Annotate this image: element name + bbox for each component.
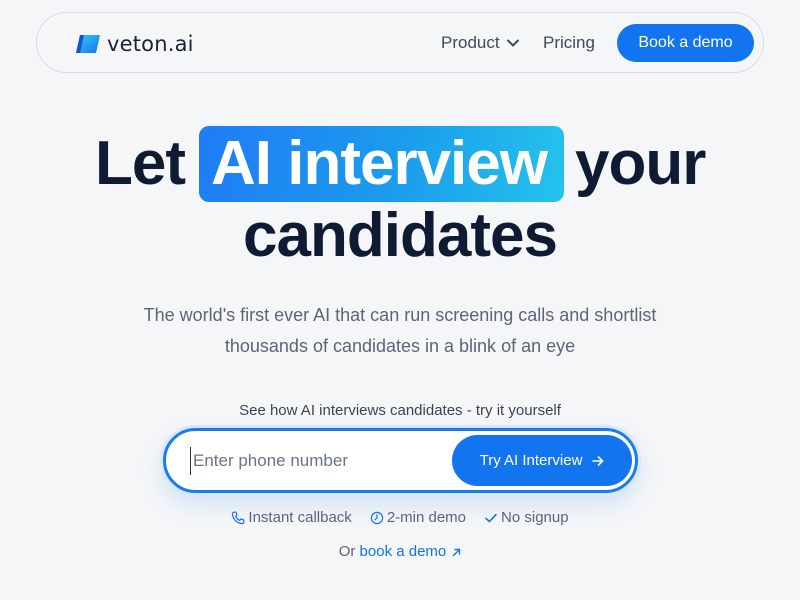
hero-title-let: Let — [95, 129, 186, 198]
feature-2-min-demo: 2-min demo — [370, 509, 466, 526]
nav-product-label: Product — [441, 33, 500, 52]
hero-title-your: your — [575, 129, 706, 198]
feature-instant-callback: Instant callback — [231, 509, 352, 526]
feature-list: Instant callback 2-min demo No signup — [0, 509, 800, 526]
feature-label: Instant callback — [248, 509, 352, 526]
logo[interactable]: veton.ai — [75, 32, 194, 56]
try-ai-interview-label: Try AI Interview — [479, 452, 583, 469]
hero-title-highlight: AI interview — [199, 126, 564, 202]
book-demo-button[interactable]: Book a demo — [617, 24, 754, 62]
cta-caption: See how AI interviews candidates - try i… — [239, 402, 561, 419]
chevron-down-icon — [506, 39, 519, 47]
phone-cta-bar: Try AI Interview — [163, 428, 638, 493]
arrow-up-right-icon — [453, 548, 461, 557]
arrow-right-icon — [592, 455, 604, 466]
try-ai-interview-button[interactable]: Try AI Interview — [452, 435, 632, 486]
hero-title-line1: Let AI interview your — [0, 124, 800, 206]
hero-title-highlight-text: AI interview — [211, 129, 548, 198]
check-icon — [485, 513, 497, 522]
hero-title-line2: candidates — [243, 201, 558, 270]
feature-label: 2-min demo — [386, 509, 467, 526]
feature-no-signup: No signup — [484, 509, 569, 526]
phone-icon — [232, 511, 245, 524]
book-demo-link-label: book a demo — [359, 543, 447, 560]
logo-mark-icon — [76, 35, 100, 53]
logo-text: veton.ai — [107, 32, 194, 56]
or-book-demo: Or book a demo — [0, 543, 800, 560]
phone-input[interactable] — [190, 447, 440, 475]
nav-product-dropdown[interactable]: Product — [441, 33, 519, 53]
book-demo-link[interactable]: book a demo — [360, 543, 462, 560]
nav-pricing-link[interactable]: Pricing — [543, 33, 595, 53]
top-nav: veton.ai Product Pricing Book a demo — [36, 12, 764, 73]
hero-subtitle: The world's first ever AI that can run s… — [143, 305, 657, 356]
feature-label: No signup — [501, 509, 569, 526]
or-text: Or — [338, 543, 356, 560]
clock-icon — [370, 511, 384, 524]
